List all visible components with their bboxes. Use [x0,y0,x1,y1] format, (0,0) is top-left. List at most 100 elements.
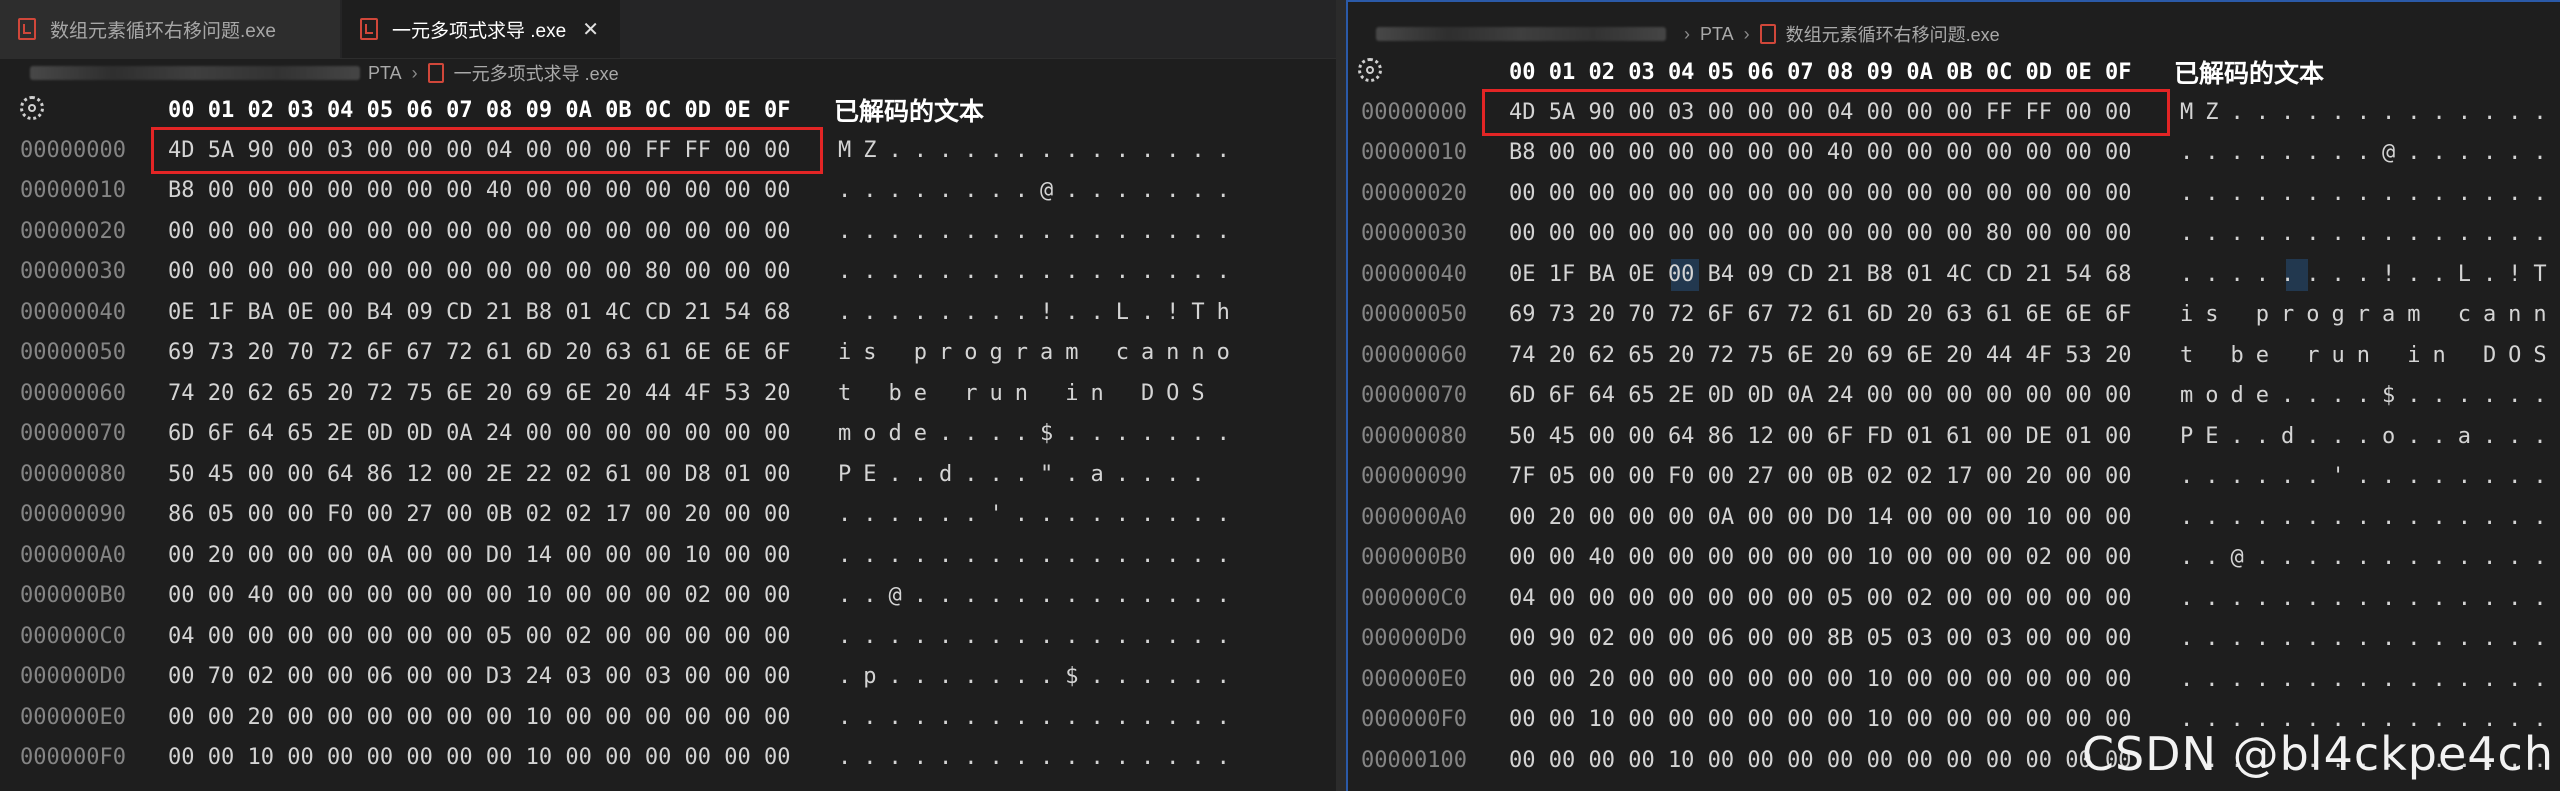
hex-row[interactable]: 00000060 74 20 62 65 20 72 75 6E 20 69 6E… [1348,335,2560,375]
row-bytes[interactable]: 50 45 00 00 64 86 12 00 2E 22 02 61 00 D… [168,462,791,487]
hex-row[interactable]: 000000D0 00 90 02 00 00 06 00 00 8B 05 03… [1348,619,2560,659]
hex-row[interactable]: 00000090 7F 05 00 00 F0 00 27 00 0B 02 02… [1348,457,2560,497]
row-bytes[interactable]: 00 00 00 00 10 00 00 00 00 00 00 00 00 0… [1509,748,2132,773]
breadcrumb-file[interactable]: 数组元素循环右移问题.exe [1786,21,2000,47]
row-bytes[interactable]: 00 00 20 00 00 00 00 00 00 10 00 00 00 0… [1509,667,2132,692]
hex-row[interactable]: 000000E0 00 00 20 00 00 00 00 00 00 10 00… [1348,659,2560,699]
row-bytes[interactable]: B8 00 00 00 00 00 00 00 40 00 00 00 00 0… [168,178,791,203]
row-address: 00000080 [20,461,126,487]
row-bytes[interactable]: 00 00 00 00 00 00 00 00 00 00 00 00 80 0… [1509,221,2132,246]
hex-row[interactable]: 00000040 0E 1F BA 0E 00 B4 09 CD 21 B8 01… [0,292,1336,332]
hex-row[interactable]: 000000B0 00 00 40 00 00 00 00 00 00 10 00… [1348,538,2560,578]
row-decoded-text[interactable]: ........@....... [2180,140,2560,165]
row-decoded-text[interactable]: ..@............. [838,583,1242,608]
hex-row[interactable]: 000000C0 04 00 00 00 00 00 00 00 05 00 02… [0,616,1336,656]
hex-row[interactable]: 00000030 00 00 00 00 00 00 00 00 00 00 00… [1348,214,2560,254]
hex-row[interactable]: 00000080 50 45 00 00 64 86 12 00 2E 22 02… [0,454,1336,494]
row-decoded-text[interactable]: PE..d...o..a.... [2180,424,2560,449]
row-bytes[interactable]: 0E 1F BA 0E 00 B4 09 CD 21 B8 01 4C CD 2… [168,300,791,325]
row-bytes[interactable]: 00 00 20 00 00 00 00 00 00 10 00 00 00 0… [168,705,791,730]
row-decoded-text[interactable]: ................ [2180,626,2560,651]
row-bytes[interactable]: 7F 05 00 00 F0 00 27 00 0B 02 02 17 00 2… [1509,464,2132,489]
row-bytes[interactable]: 00 00 10 00 00 00 00 00 00 10 00 00 00 0… [1509,707,2132,732]
row-decoded-text[interactable]: mode....$....... [2180,383,2560,408]
row-decoded-text[interactable]: ................ [2180,221,2560,246]
pane-divider[interactable] [1336,0,1346,791]
row-bytes[interactable]: 04 00 00 00 00 00 00 00 05 00 02 00 00 0… [168,624,791,649]
row-decoded-text[interactable]: t be run in DOS [2180,343,2560,368]
row-decoded-text[interactable]: ........!..L.!Th [838,300,1242,325]
breadcrumb-file[interactable]: 一元多项式求导 .exe [454,60,619,86]
row-bytes[interactable]: 00 00 40 00 00 00 00 00 00 10 00 00 00 0… [1509,545,2132,570]
hex-row[interactable]: 000000D0 00 70 02 00 00 06 00 00 D3 24 03… [0,657,1336,697]
row-bytes[interactable]: 00 20 00 00 00 0A 00 00 D0 14 00 00 00 1… [168,543,791,568]
row-decoded-text[interactable]: MZ.............. [838,138,1242,163]
hex-row[interactable]: 000000A0 00 20 00 00 00 0A 00 00 D0 14 00… [1348,497,2560,537]
row-decoded-text[interactable]: ......'......... [838,502,1242,527]
breadcrumb-folder[interactable]: PTA [1700,24,1734,45]
row-decoded-text[interactable]: ................ [2180,181,2560,206]
row-decoded-text[interactable]: ................ [2180,505,2560,530]
row-bytes[interactable]: 00 00 00 00 00 00 00 00 00 00 00 00 00 0… [168,219,791,244]
row-decoded-text[interactable]: ......'......... [2180,464,2560,489]
row-decoded-text[interactable]: is program canno [2180,302,2560,327]
row-decoded-text[interactable]: is program canno [838,340,1242,365]
hex-row[interactable]: 00000010 B8 00 00 00 00 00 00 00 40 00 00… [0,171,1336,211]
row-bytes[interactable]: 00 00 00 00 00 00 00 00 00 00 00 00 00 0… [1509,181,2132,206]
row-bytes[interactable]: 00 70 02 00 00 06 00 00 D3 24 03 00 03 0… [168,664,791,689]
close-icon[interactable]: ✕ [582,17,599,42]
row-bytes[interactable]: 6D 6F 64 65 2E 0D 0D 0A 24 00 00 00 00 0… [168,421,791,446]
row-decoded-text[interactable]: ................ [838,219,1242,244]
row-decoded-text[interactable]: ................ [2180,667,2560,692]
row-decoded-text[interactable]: ................ [2180,586,2560,611]
row-decoded-text[interactable]: .p.......$...... [838,664,1242,689]
hex-row[interactable]: 00000060 74 20 62 65 20 72 75 6E 20 69 6E… [0,373,1336,413]
hex-row[interactable]: 00000050 69 73 20 70 72 6F 67 72 61 6D 20… [0,333,1336,373]
row-bytes[interactable]: 00 00 40 00 00 00 00 00 00 10 00 00 00 0… [168,583,791,608]
hex-row[interactable]: 000000F0 00 00 10 00 00 00 00 00 00 10 00… [0,738,1336,778]
hex-row[interactable]: 00000070 6D 6F 64 65 2E 0D 0D 0A 24 00 00… [0,414,1336,454]
row-bytes[interactable]: B8 00 00 00 00 00 00 00 40 00 00 00 00 0… [1509,140,2132,165]
row-decoded-text[interactable]: t be run in DOS [838,381,1242,406]
hex-row[interactable]: 00000020 00 00 00 00 00 00 00 00 00 00 00… [1348,173,2560,213]
row-bytes[interactable]: 00 00 10 00 00 00 00 00 00 10 00 00 00 0… [168,745,791,770]
row-bytes[interactable]: 00 00 00 00 00 00 00 00 00 00 00 00 80 0… [168,259,791,284]
hex-row[interactable]: 00000090 86 05 00 00 F0 00 27 00 0B 02 02… [0,495,1336,535]
breadcrumb-folder[interactable]: PTA [368,63,402,84]
row-decoded-text[interactable]: ........@....... [838,178,1242,203]
row-decoded-text[interactable]: ................ [838,259,1242,284]
row-decoded-text[interactable]: ........!..L.!Th [2180,262,2560,287]
row-bytes[interactable]: 86 05 00 00 F0 00 27 00 0B 02 02 17 00 2… [168,502,791,527]
hex-row[interactable]: 000000A0 00 20 00 00 00 0A 00 00 D0 14 00… [0,535,1336,575]
row-bytes[interactable]: 69 73 20 70 72 6F 67 72 61 6D 20 63 61 6… [1509,302,2132,327]
row-bytes[interactable]: 6D 6F 64 65 2E 0D 0D 0A 24 00 00 00 00 0… [1509,383,2132,408]
tab-shuzu-exe[interactable]: 数组元素循环右移问题.exe [0,0,340,58]
row-bytes[interactable]: 00 90 02 00 00 06 00 00 8B 05 03 00 03 0… [1509,626,2132,651]
hex-row[interactable]: 00000040 0E 1F BA 0E 00 B4 09 CD 21 B8 01… [1348,254,2560,294]
tab-yiyuan-exe[interactable]: 一元多项式求导 .exe ✕ [342,0,620,58]
hex-row[interactable]: 00000070 6D 6F 64 65 2E 0D 0D 0A 24 00 00… [1348,376,2560,416]
row-decoded-text[interactable]: MZ.............. [2180,100,2560,125]
row-bytes[interactable]: 50 45 00 00 64 86 12 00 6F FD 01 61 00 D… [1509,424,2132,449]
row-decoded-text[interactable]: ................ [838,543,1242,568]
row-bytes[interactable]: 74 20 62 65 20 72 75 6E 20 69 6E 20 44 4… [168,381,791,406]
row-decoded-text[interactable]: ................ [838,745,1242,770]
row-decoded-text[interactable]: ................ [838,624,1242,649]
hex-row[interactable]: 00000010 B8 00 00 00 00 00 00 00 40 00 00… [1348,133,2560,173]
hex-row[interactable]: 000000B0 00 00 40 00 00 00 00 00 00 10 00… [0,576,1336,616]
row-bytes[interactable]: 74 20 62 65 20 72 75 6E 20 69 6E 20 44 4… [1509,343,2132,368]
row-bytes[interactable]: 69 73 20 70 72 6F 67 72 61 6D 20 63 61 6… [168,340,791,365]
row-decoded-text[interactable]: mode....$....... [838,421,1242,446]
hex-row[interactable]: 00000030 00 00 00 00 00 00 00 00 00 00 00… [0,252,1336,292]
hex-row[interactable]: 00000020 00 00 00 00 00 00 00 00 00 00 00… [0,211,1336,251]
hex-row[interactable]: 00000080 50 45 00 00 64 86 12 00 6F FD 01… [1348,416,2560,456]
row-bytes[interactable]: 0E 1F BA 0E 00 B4 09 CD 21 B8 01 4C CD 2… [1509,262,2132,287]
row-decoded-text[interactable]: ................ [838,705,1242,730]
row-decoded-text[interactable]: ..@............. [2180,545,2560,570]
hex-row[interactable]: 000000C0 04 00 00 00 00 00 00 00 05 00 02… [1348,578,2560,618]
row-bytes[interactable]: 00 20 00 00 00 0A 00 00 D0 14 00 00 00 1… [1509,505,2132,530]
row-decoded-text[interactable]: PE..d...".a.... [838,462,1217,487]
hex-row[interactable]: 000000E0 00 00 20 00 00 00 00 00 00 10 00… [0,697,1336,737]
row-bytes[interactable]: 04 00 00 00 00 00 00 00 05 00 02 00 00 0… [1509,586,2132,611]
hex-row[interactable]: 00000050 69 73 20 70 72 6F 67 72 61 6D 20… [1348,295,2560,335]
